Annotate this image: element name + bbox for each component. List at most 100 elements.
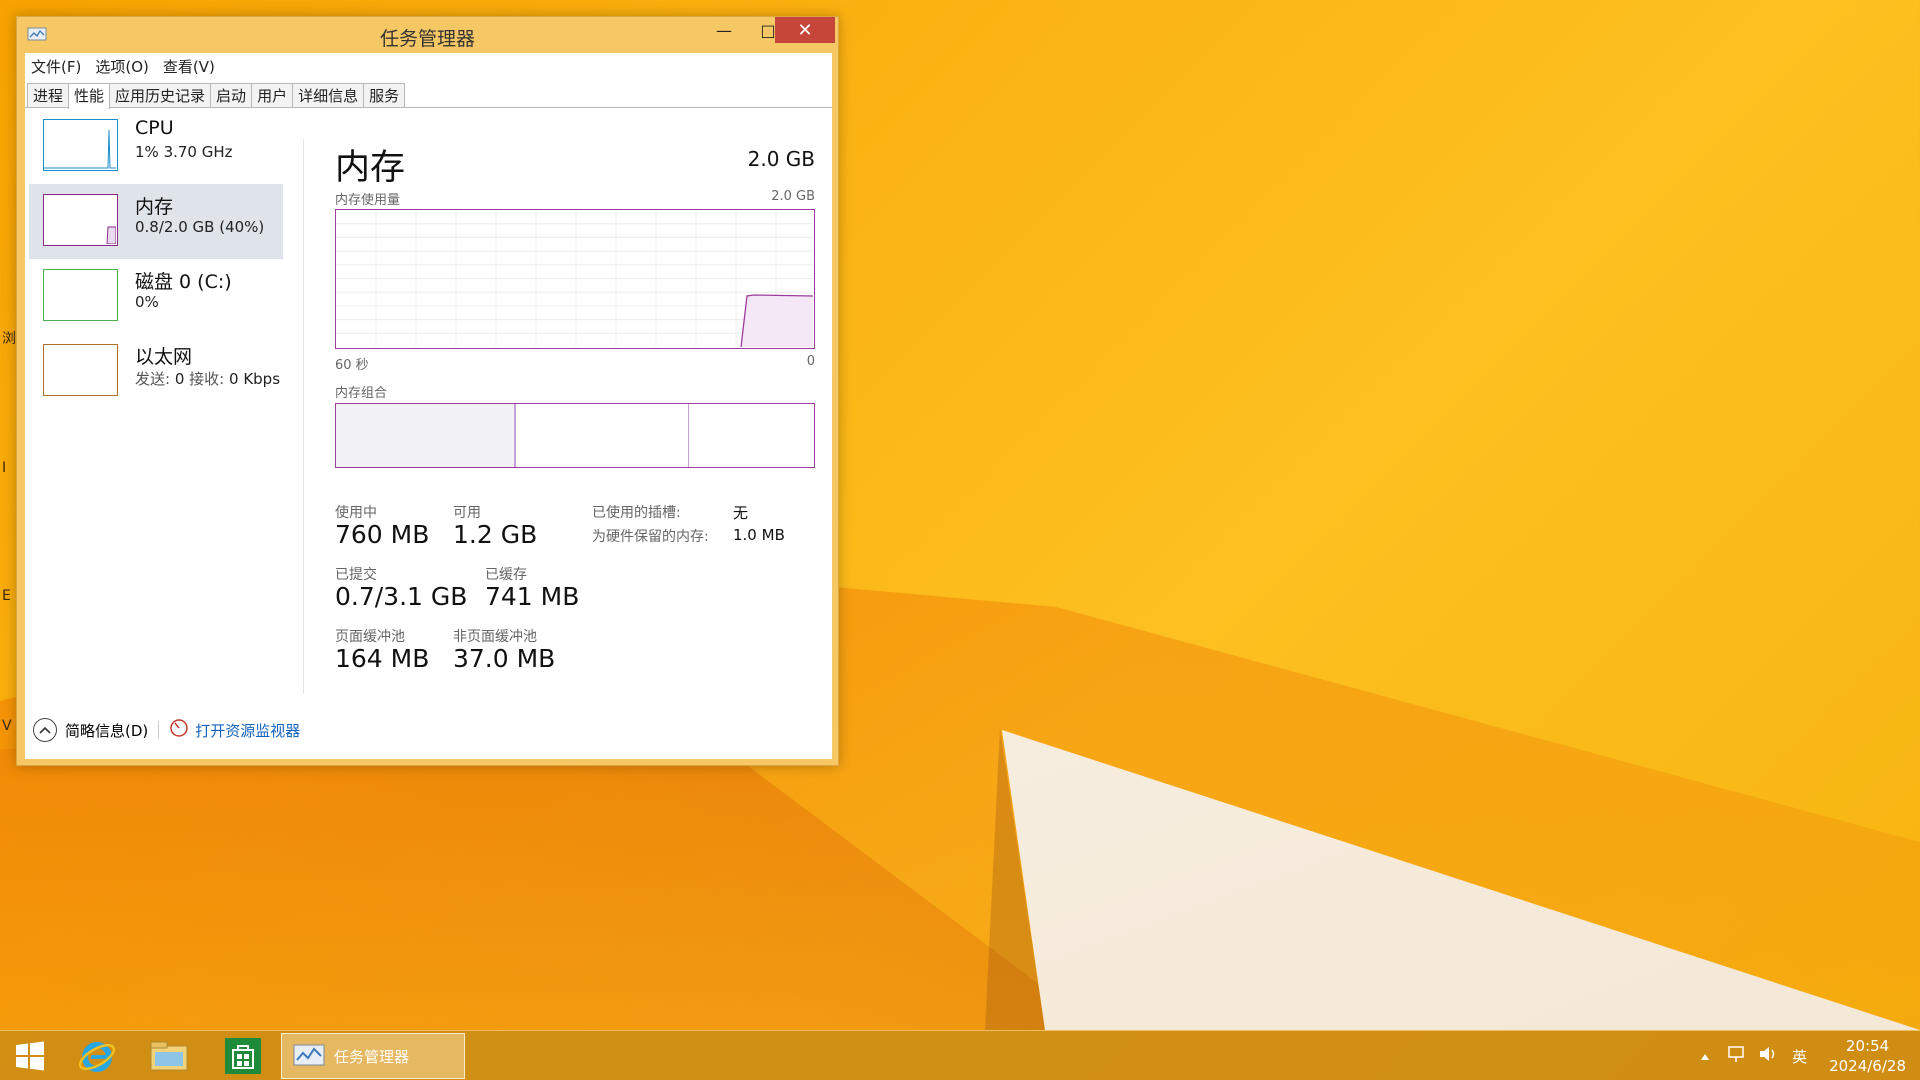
tab-details[interactable]: 详细信息 xyxy=(292,83,365,108)
ethernet-send-value: 0 xyxy=(174,370,185,388)
ethernet-subtitle: 发送: 0 接收: 0 Kbps xyxy=(135,368,280,389)
taskbar: 任务管理器 英 20:54 2024/6/28 xyxy=(0,1030,1920,1080)
resource-item-disk[interactable]: 磁盘 0 (C:) 0% xyxy=(29,259,283,334)
desktop-edge-text: I xyxy=(2,460,7,476)
clock-time: 20:54 xyxy=(1845,1037,1890,1055)
memory-thumbnail xyxy=(43,194,118,246)
tab-processes[interactable]: 进程 xyxy=(27,83,70,108)
committed-label: 已提交 xyxy=(335,567,377,583)
taskbar-task-manager[interactable]: 任务管理器 xyxy=(281,1033,465,1079)
slots-used-label: 已使用的插槽: xyxy=(592,505,681,521)
volume-icon[interactable] xyxy=(1758,1044,1780,1068)
in-use-label: 使用中 xyxy=(335,505,377,521)
in-use-value: 760 MB xyxy=(335,520,430,549)
ethernet-recv-value: 0 Kbps xyxy=(229,370,281,388)
memory-usage-area xyxy=(741,295,813,347)
memory-title: 内存 xyxy=(135,196,174,218)
composition-label: 内存组合 xyxy=(335,386,388,401)
close-button[interactable]: ✕ xyxy=(775,17,835,43)
cpu-subtitle: 1% 3.70 GHz xyxy=(135,143,233,161)
clock-date: 2024/6/28 xyxy=(1829,1057,1906,1075)
show-hidden-icons-icon[interactable] xyxy=(1700,1047,1710,1065)
desktop-edge-text: 浏 xyxy=(2,331,16,347)
windows-logo-icon xyxy=(16,1041,44,1071)
detail-total: 2.0 GB xyxy=(747,147,815,171)
footer-separator xyxy=(158,721,160,739)
minimize-button[interactable]: — xyxy=(702,17,746,43)
menu-view[interactable]: 查看(V) xyxy=(163,56,215,77)
internet-explorer-button[interactable] xyxy=(74,1031,120,1080)
available-label: 可用 xyxy=(453,505,481,521)
paged-pool-value: 164 MB xyxy=(335,644,430,673)
task-manager-window: 任务管理器 — □ ✕ 文件(F) 选项(O) 查看(V) 进程 性能 应用历史… xyxy=(16,16,839,766)
disk-subtitle: 0% xyxy=(135,293,159,311)
title-bar[interactable]: 任务管理器 — □ ✕ xyxy=(17,17,838,53)
ethernet-title: 以太网 xyxy=(135,346,193,368)
open-resource-monitor-link[interactable]: 打开资源监视器 xyxy=(195,720,300,741)
cached-label: 已缓存 xyxy=(485,567,527,583)
paged-pool-label: 页面缓冲池 xyxy=(335,629,405,645)
tab-strip: 进程 性能 应用历史记录 启动 用户 详细信息 服务 xyxy=(27,83,406,109)
tab-underline xyxy=(25,107,832,108)
tab-app-history[interactable]: 应用历史记录 xyxy=(109,83,212,108)
memory-composition-bar xyxy=(335,403,815,468)
graph-x-left-label: 60 秒 xyxy=(335,358,369,373)
resource-item-cpu[interactable]: CPU 1% 3.70 GHz xyxy=(29,109,283,184)
resource-list: CPU 1% 3.70 GHz 内存 0.8/2.0 GB (40%) 磁盘 0… xyxy=(25,109,287,409)
desktop-edge-text: V xyxy=(2,718,12,734)
graph-x-right-label: 0 xyxy=(806,354,815,369)
ime-indicator[interactable]: 英 xyxy=(1792,1046,1807,1067)
clock[interactable]: 20:54 2024/6/28 xyxy=(1829,1036,1906,1076)
minimize-icon: — xyxy=(716,20,732,40)
nonpaged-pool-label: 非页面缓冲池 xyxy=(453,629,537,645)
taskbar-task-label: 任务管理器 xyxy=(334,1047,410,1066)
tab-performance[interactable]: 性能 xyxy=(68,83,111,109)
ethernet-thumbnail xyxy=(43,344,118,396)
store-button[interactable] xyxy=(220,1031,266,1080)
file-explorer-button[interactable] xyxy=(146,1031,192,1080)
menu-file[interactable]: 文件(F) xyxy=(31,56,81,77)
available-value: 1.2 GB xyxy=(453,520,538,549)
window-client: 文件(F) 选项(O) 查看(V) 进程 性能 应用历史记录 启动 用户 详细信… xyxy=(25,53,832,759)
fewer-details-icon[interactable] xyxy=(33,718,57,742)
file-explorer-icon xyxy=(150,1041,188,1071)
resource-monitor-icon xyxy=(169,718,189,742)
store-icon xyxy=(225,1038,261,1074)
tab-startup[interactable]: 启动 xyxy=(210,83,253,108)
cpu-title: CPU xyxy=(135,117,174,139)
composition-separator xyxy=(688,404,689,467)
task-manager-taskbar-icon xyxy=(293,1044,325,1066)
detail-title: 内存 xyxy=(335,148,406,188)
close-icon: ✕ xyxy=(797,19,813,41)
memory-usage-graph-svg xyxy=(336,210,814,348)
menu-bar: 文件(F) 选项(O) 查看(V) xyxy=(25,53,832,79)
composition-in-use xyxy=(336,404,516,467)
action-center-icon[interactable] xyxy=(1726,1044,1746,1068)
maximize-icon: □ xyxy=(760,20,776,40)
memory-usage-graph xyxy=(335,209,815,349)
disk-title: 磁盘 0 (C:) xyxy=(135,271,232,293)
slots-used-value: 无 xyxy=(733,504,749,522)
usage-graph-max: 2.0 GB xyxy=(771,189,815,204)
menu-options[interactable]: 选项(O) xyxy=(95,56,149,77)
ethernet-recv-label: 接收: xyxy=(189,370,225,388)
desktop-edge-text: E xyxy=(2,588,11,604)
pane-divider xyxy=(303,139,304,694)
resource-item-memory[interactable]: 内存 0.8/2.0 GB (40%) xyxy=(29,184,283,259)
ethernet-send-label: 发送: xyxy=(135,370,171,388)
system-tray: 英 xyxy=(1700,1031,1807,1080)
tab-services[interactable]: 服务 xyxy=(363,83,406,108)
fewer-details-button[interactable]: 简略信息(D) xyxy=(65,720,148,741)
start-button[interactable] xyxy=(10,1031,50,1080)
hardware-reserved-value: 1.0 MB xyxy=(733,526,785,544)
resource-item-ethernet[interactable]: 以太网 发送: 0 接收: 0 Kbps xyxy=(29,334,283,409)
hardware-reserved-label: 为硬件保留的内存: xyxy=(592,529,709,545)
disk-thumbnail xyxy=(43,269,118,321)
memory-subtitle: 0.8/2.0 GB (40%) xyxy=(135,218,265,236)
usage-graph-label: 内存使用量 xyxy=(335,193,401,208)
tab-users[interactable]: 用户 xyxy=(251,83,294,108)
footer: 简略信息(D) 打开资源监视器 xyxy=(33,716,300,744)
cpu-thumbnail xyxy=(43,119,118,171)
committed-value: 0.7/3.1 GB xyxy=(335,582,468,611)
internet-explorer-icon xyxy=(78,1042,116,1072)
